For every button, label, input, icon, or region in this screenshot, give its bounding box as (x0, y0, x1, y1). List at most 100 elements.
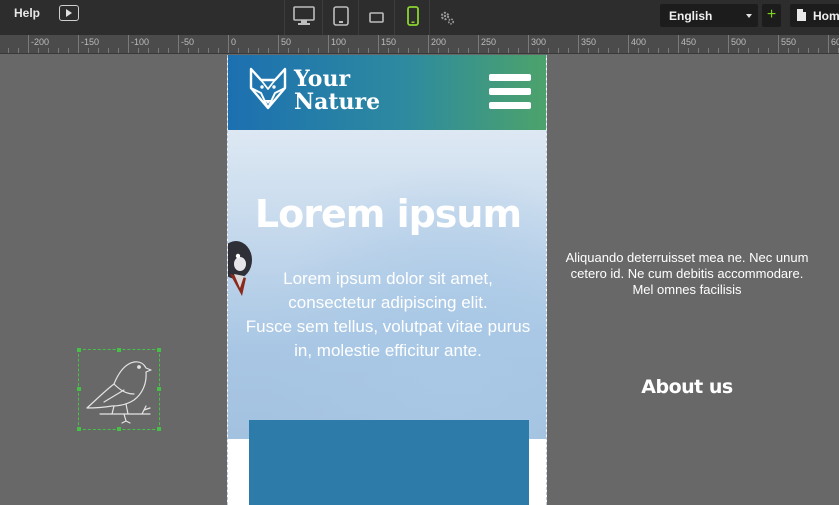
ruler-tick (148, 48, 149, 53)
ruler-tick (368, 48, 369, 53)
ruler-tick (798, 48, 799, 53)
add-language-button[interactable]: + (762, 4, 781, 27)
ruler-tick (188, 48, 189, 53)
ruler-tick (428, 35, 429, 53)
ruler-tick (648, 48, 649, 53)
ruler-tick (258, 48, 259, 53)
tablet-view-button[interactable] (322, 0, 358, 35)
document-icon (797, 9, 806, 21)
ruler-tick (198, 48, 199, 53)
hero-text-line: consectetur adipiscing elit. (288, 293, 488, 312)
ruler-tick (698, 48, 699, 53)
ruler-label: 50 (281, 37, 292, 47)
ruler-tick (118, 48, 119, 53)
ruler-label: -150 (81, 37, 100, 47)
landscape-icon (369, 12, 384, 23)
settings-icon (440, 11, 455, 25)
ruler-tick (568, 48, 569, 53)
ruler-tick (718, 48, 719, 53)
ruler-tick (348, 48, 349, 53)
desktop-view-button[interactable] (284, 0, 322, 35)
ruler-tick (638, 48, 639, 53)
ruler-label: 200 (431, 37, 447, 47)
ruler-tick (248, 48, 249, 53)
ruler-tick (78, 35, 79, 53)
page-select[interactable]: Home (790, 4, 839, 27)
ruler-tick (318, 48, 319, 53)
ruler-tick (108, 48, 109, 53)
ruler-tick (678, 35, 679, 53)
ruler-tick (738, 48, 739, 53)
ruler-tick (828, 35, 829, 53)
tablet-icon (333, 6, 349, 26)
caret-down-icon (746, 14, 752, 18)
ruler-tick (158, 48, 159, 53)
ruler-tick (708, 48, 709, 53)
ruler-label: 450 (681, 37, 697, 47)
ruler-tick (378, 35, 379, 53)
side-text-line: Aliquando deterruisset mea ne. Nec unum (565, 250, 809, 265)
ruler-tick (388, 48, 389, 53)
ruler-tick (558, 48, 559, 53)
ruler-tick (668, 48, 669, 53)
ruler-tick (208, 48, 209, 53)
ruler-tick (748, 48, 749, 53)
ruler-tick (68, 48, 69, 53)
landscape-view-button[interactable] (358, 0, 394, 35)
ruler-tick (628, 35, 629, 53)
ruler-tick (598, 48, 599, 53)
language-select[interactable]: English (660, 4, 758, 27)
ruler-tick (588, 48, 589, 53)
ruler-tick (538, 48, 539, 53)
ruler-tick (218, 48, 219, 53)
ruler-tick (288, 48, 289, 53)
mobile-view-button[interactable] (394, 0, 430, 35)
ruler-tick (58, 48, 59, 53)
ruler-tick (468, 48, 469, 53)
ruler-label: 400 (631, 37, 647, 47)
ruler-label: 250 (481, 37, 497, 47)
ruler-tick (808, 48, 809, 53)
ruler-tick (128, 35, 129, 53)
ruler-tick (788, 48, 789, 53)
bird-outline-icon (86, 361, 152, 424)
ruler-tick (308, 48, 309, 53)
ruler-tick (268, 48, 269, 53)
site-header[interactable]: Your Nature (228, 55, 546, 130)
ruler-tick (398, 48, 399, 53)
selected-bird-element[interactable] (77, 348, 161, 431)
ruler-tick (48, 48, 49, 53)
ruler-tick (168, 48, 169, 53)
ruler-tick (768, 48, 769, 53)
ruler-tick (688, 48, 689, 53)
ruler-tick (508, 48, 509, 53)
ruler-label: 0 (231, 37, 237, 47)
ruler-tick (138, 48, 139, 53)
ruler-label: -100 (131, 37, 150, 47)
hamburger-menu-icon[interactable] (489, 74, 531, 110)
page-select-value: Home (813, 9, 839, 23)
ruler-tick (8, 48, 9, 53)
content-block[interactable] (249, 420, 529, 505)
fox-logo-icon (249, 67, 287, 110)
ruler-tick (38, 48, 39, 53)
ruler-tick (88, 48, 89, 53)
ruler-tick (778, 35, 779, 53)
ruler-label: -50 (181, 37, 195, 47)
ruler-tick (178, 35, 179, 53)
ruler-tick (618, 48, 619, 53)
ruler-tick (98, 48, 99, 53)
horizontal-ruler: -200 -150 -100 -50 0 50 100 150 200 250 300 350 400 4… (0, 35, 839, 54)
about-us-heading[interactable]: About us (553, 376, 821, 398)
mobile-page-canvas[interactable]: Your Nature Lorem ipsum Lorem ipsum dolo… (227, 55, 547, 505)
preview-play-button[interactable] (59, 5, 79, 21)
ruler-label: -200 (31, 37, 50, 47)
ruler-tick (228, 35, 229, 53)
help-menu[interactable]: Help (14, 6, 40, 20)
offcanvas-paragraph[interactable]: Aliquando deterruisset mea ne. Nec unum … (553, 250, 821, 298)
ruler-tick (358, 48, 359, 53)
ruler-label: 350 (581, 37, 597, 47)
device-settings-button[interactable] (436, 0, 460, 35)
hero-text-line: Fusce sem tellus, volutpat vitae purus (245, 317, 531, 336)
play-icon (66, 9, 72, 17)
